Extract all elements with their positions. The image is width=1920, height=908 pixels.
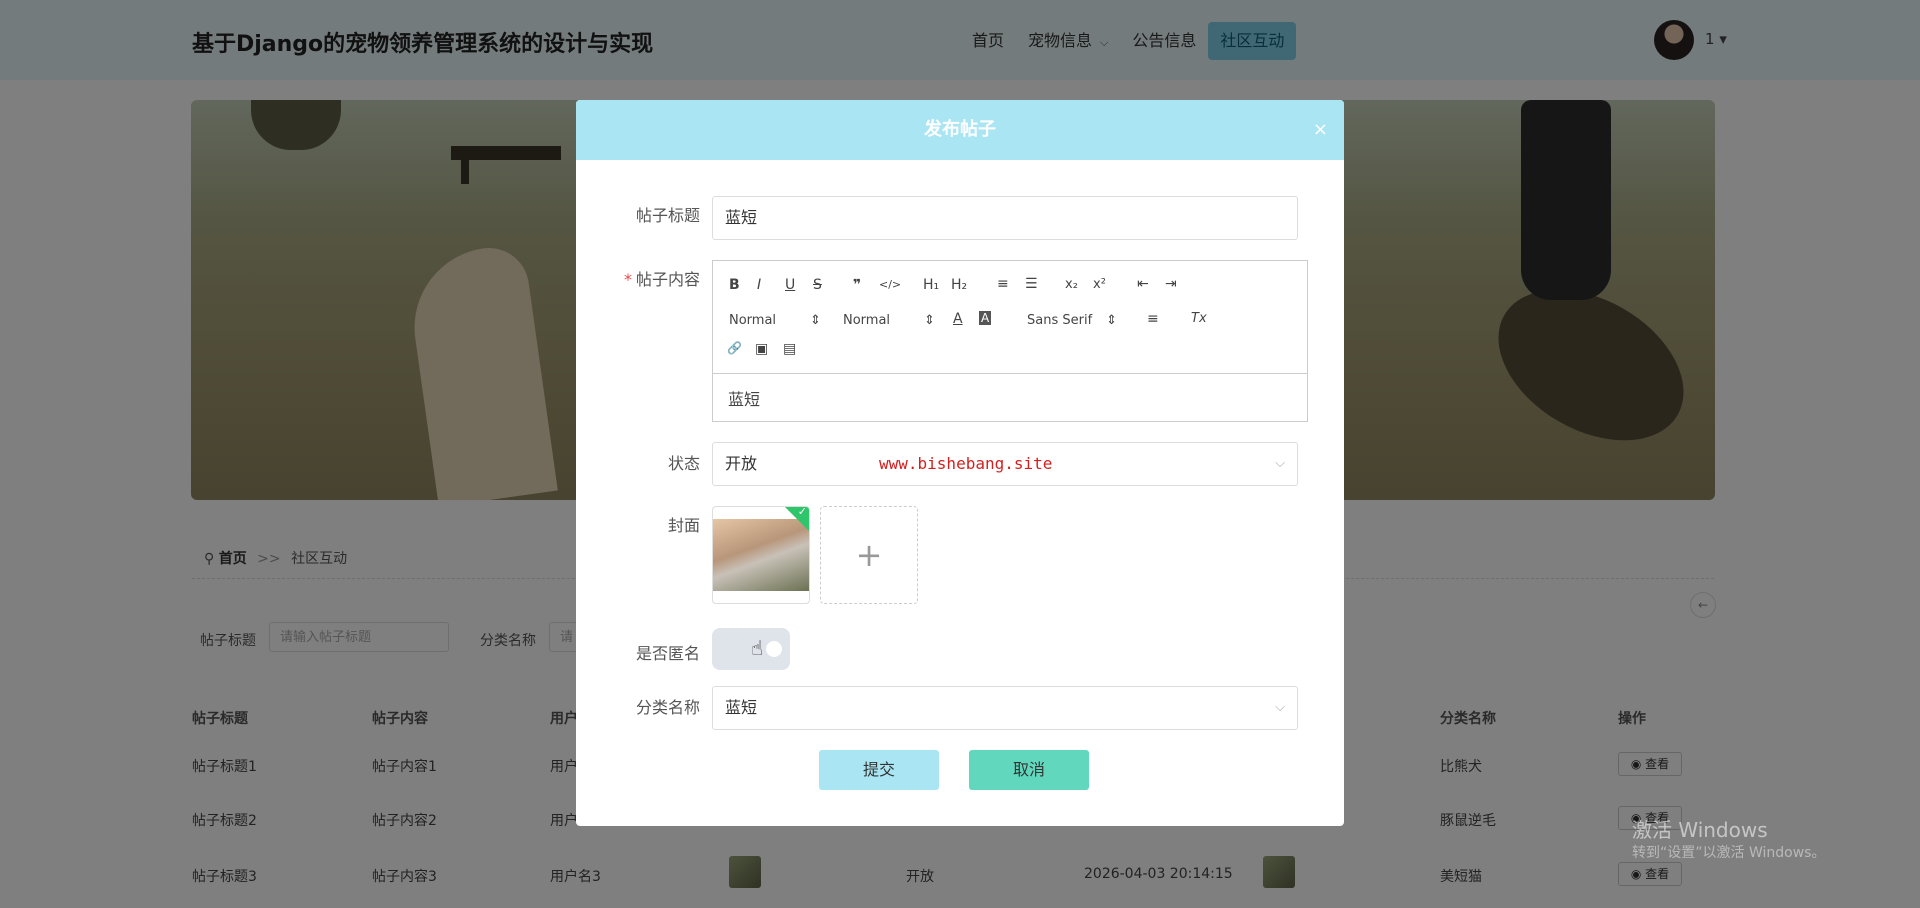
- windows-activation-title: 激活 Windows: [1632, 818, 1768, 842]
- cover-thumbnail[interactable]: ✓: [712, 506, 810, 604]
- category-select[interactable]: 蓝短 ⌵: [712, 686, 1298, 730]
- code-icon[interactable]: </>: [879, 278, 901, 291]
- post-content-label: * 帖子内容: [576, 266, 700, 290]
- windows-activation-hint: 转到“设置”以激活 Windows。: [1632, 845, 1826, 861]
- editor-toolbar: B I U S ❞ </> H₁ H₂ ≡ ☰ x₂ x² ⇤ ⇥ Normal…: [713, 261, 1307, 374]
- rich-text-editor: B I U S ❞ </> H₁ H₂ ≡ ☰ x₂ x² ⇤ ⇥ Normal…: [712, 260, 1308, 422]
- toggle-knob: [766, 641, 782, 657]
- background-color-icon[interactable]: A: [979, 311, 992, 325]
- font-family-value: Sans Serif: [1027, 313, 1093, 328]
- post-content-label-text: 帖子内容: [635, 270, 700, 289]
- indent-icon[interactable]: ⇥: [1165, 276, 1177, 292]
- dialog-title: 发布帖子: [924, 119, 996, 140]
- required-mark: *: [623, 270, 632, 289]
- dialog-header: 发布帖子 ×: [576, 100, 1344, 160]
- image-icon[interactable]: ▣: [755, 341, 768, 357]
- bullet-list-icon[interactable]: ☰: [1025, 276, 1038, 292]
- heading1-icon[interactable]: H₁: [923, 277, 939, 293]
- font-size-select[interactable]: Normal ⇕: [729, 313, 821, 328]
- upload-plus-icon[interactable]: +: [820, 506, 918, 604]
- heading2-icon[interactable]: H₂: [951, 277, 967, 293]
- post-title-label: 帖子标题: [635, 206, 700, 225]
- video-icon[interactable]: ▤: [783, 341, 796, 357]
- updown-arrows-icon: ⇕: [924, 313, 935, 328]
- post-title-input[interactable]: 蓝短: [712, 196, 1298, 240]
- category-label: 分类名称: [635, 698, 700, 717]
- publish-post-dialog: 发布帖子 × 帖子标题 蓝短 * 帖子内容 B I U S ❞ </> H₁ H₂…: [576, 100, 1344, 826]
- ordered-list-icon[interactable]: ≡: [997, 276, 1009, 292]
- status-label: 状态: [667, 454, 700, 473]
- anonymous-label: 是否匿名: [635, 644, 700, 663]
- blockquote-icon[interactable]: ❞: [853, 277, 861, 293]
- site-watermark: www.bishebang.site: [879, 454, 1053, 473]
- close-icon[interactable]: ×: [1313, 100, 1328, 160]
- clear-format-icon[interactable]: Tx: [1191, 311, 1207, 326]
- editor-content[interactable]: 蓝短: [713, 374, 1307, 422]
- submit-button[interactable]: 提交: [819, 750, 939, 790]
- bold-icon[interactable]: B: [729, 277, 740, 293]
- cancel-button[interactable]: 取消: [969, 750, 1089, 790]
- superscript-icon[interactable]: x²: [1093, 277, 1106, 292]
- font-size-value: Normal: [729, 313, 777, 328]
- status-value: 开放: [725, 454, 758, 473]
- chevron-down-icon: ⌵: [1275, 700, 1285, 715]
- strikethrough-icon[interactable]: S: [813, 277, 822, 293]
- cover-label: 封面: [667, 516, 700, 535]
- italic-icon[interactable]: I: [757, 277, 761, 293]
- updown-arrows-icon: ⇕: [810, 313, 821, 328]
- heading-select[interactable]: Normal ⇕: [843, 313, 935, 328]
- subscript-icon[interactable]: x₂: [1065, 277, 1078, 292]
- font-family-select[interactable]: Sans Serif ⇕: [1027, 313, 1117, 328]
- font-color-icon[interactable]: A: [953, 311, 963, 327]
- check-icon: ✓: [797, 506, 807, 518]
- chevron-down-icon: ⌵: [1275, 456, 1285, 471]
- category-value: 蓝短: [725, 698, 758, 717]
- underline-icon[interactable]: U: [785, 277, 795, 293]
- hand-cursor-icon: ☝: [751, 636, 764, 660]
- align-icon[interactable]: ≡: [1147, 311, 1159, 327]
- link-icon[interactable]: 🔗: [727, 341, 742, 355]
- updown-arrows-icon: ⇕: [1106, 313, 1118, 328]
- heading-value: Normal: [843, 313, 891, 328]
- outdent-icon[interactable]: ⇤: [1137, 276, 1149, 292]
